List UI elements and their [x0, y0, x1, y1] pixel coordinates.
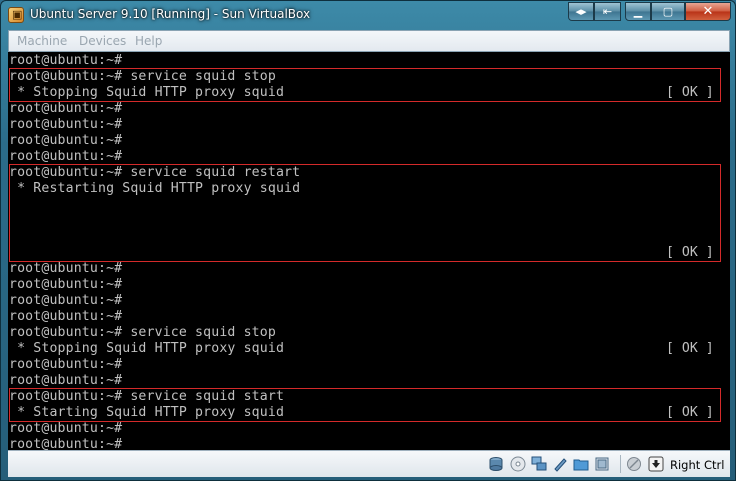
host-key-icon[interactable] [648, 456, 664, 472]
terminal-line: root@ubuntu:~# [9, 261, 123, 276]
terminal-line: root@ubuntu:~# _ [9, 437, 139, 450]
virtualbox-app-icon[interactable]: ▣ [8, 7, 24, 23]
window-title: Ubuntu Server 9.10 [Running] - Sun Virtu… [30, 7, 311, 21]
maximize-button[interactable]: ▢ [651, 2, 685, 21]
terminal-line: * Stopping Squid HTTP proxy squid [9, 341, 285, 356]
highlight-box [9, 164, 721, 262]
menu-devices[interactable]: Devices [79, 34, 126, 48]
terminal-line: root@ubuntu:~# [9, 293, 123, 308]
status-separator [620, 455, 621, 473]
close-button[interactable]: ✕ [685, 2, 731, 21]
minimize-button[interactable]: ▁ [625, 2, 651, 21]
terminal-line: root@ubuntu:~# [9, 421, 123, 436]
network-icon[interactable] [531, 456, 547, 472]
terminal-line: root@ubuntu:~# [9, 101, 123, 116]
menu-help[interactable]: Help [135, 34, 162, 48]
terminal-line: root@ubuntu:~# [9, 149, 123, 164]
nav-arrows-button[interactable]: ◂▸ [568, 2, 594, 21]
host-restore-button[interactable]: ⇤ [594, 2, 621, 21]
hard-disk-icon[interactable] [488, 456, 504, 472]
host-key-label: Right Ctrl [670, 458, 725, 472]
highlight-box [9, 388, 721, 422]
terminal-line: root@ubuntu:~# service squid stop [9, 325, 276, 340]
terminal-line: root@ubuntu:~# [9, 133, 123, 148]
menu-bar: Machine Devices Help [8, 30, 730, 52]
virtualbox-window: ▣ Ubuntu Server 9.10 [Running] - Sun Vir… [0, 0, 736, 481]
status-bar: Right Ctrl [8, 450, 730, 477]
title-bar[interactable]: ▣ Ubuntu Server 9.10 [Running] - Sun Vir… [1, 1, 735, 29]
cd-icon[interactable] [510, 456, 526, 472]
terminal-line: root@ubuntu:~# [9, 277, 123, 292]
menu-machine[interactable]: Machine [17, 34, 67, 48]
terminal-line: root@ubuntu:~# [9, 117, 123, 132]
shared-folders-icon[interactable] [573, 456, 589, 472]
ok-status: [ OK ] [666, 341, 714, 356]
capture-icon[interactable] [594, 456, 610, 472]
mouse-integration-icon[interactable] [626, 456, 642, 472]
terminal-line: root@ubuntu:~# [9, 309, 123, 324]
terminal-line: root@ubuntu:~# [9, 373, 123, 388]
terminal-line: root@ubuntu:~# [9, 357, 123, 372]
vm-screen[interactable]: root@ubuntu:~# root@ubuntu:~# service squ… [8, 52, 730, 450]
terminal-line: root@ubuntu:~# [9, 53, 123, 68]
highlight-box [9, 68, 721, 102]
usb-icon[interactable] [552, 456, 568, 472]
